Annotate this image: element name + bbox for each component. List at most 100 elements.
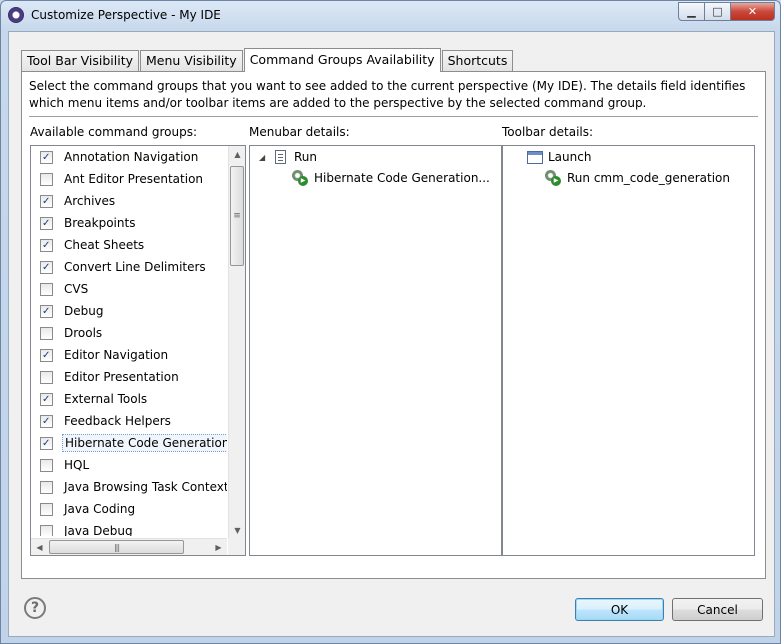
list-item-label: Java Browsing Task Context xyxy=(64,480,227,494)
dialog-body: Tool Bar Visibility Menu Visibility Comm… xyxy=(8,31,775,637)
checkbox[interactable] xyxy=(40,282,53,296)
list-item[interactable]: Hibernate Code Generation xyxy=(31,432,227,454)
checkbox[interactable] xyxy=(40,524,53,536)
scrollbar-corner xyxy=(228,538,245,555)
app-icon xyxy=(8,7,24,23)
toolbar-child-label: Run cmm_code_generation xyxy=(567,171,731,185)
list-item-label: Archives xyxy=(64,194,116,208)
checkbox[interactable] xyxy=(40,502,53,516)
maximize-icon: □ xyxy=(712,5,723,18)
checkbox[interactable] xyxy=(40,414,53,428)
menubar-details-label: Menubar details: xyxy=(249,125,350,139)
checkbox[interactable] xyxy=(40,260,53,274)
list-item-label: Cheat Sheets xyxy=(64,238,145,252)
checkbox[interactable] xyxy=(40,326,53,340)
list-item-label: Annotation Navigation xyxy=(64,150,199,164)
checkbox[interactable] xyxy=(40,172,53,186)
list-item-label: CVS xyxy=(64,282,89,296)
list-item[interactable]: Drools xyxy=(31,322,227,344)
checkbox[interactable] xyxy=(40,480,53,494)
vertical-scrollbar[interactable]: ▲ ≡ ▼ xyxy=(228,146,245,539)
close-icon: ✕ xyxy=(747,5,758,18)
launch-icon xyxy=(527,150,543,164)
list-item-label: HQL xyxy=(64,458,90,472)
list-item[interactable]: Debug xyxy=(31,300,227,322)
title-bar[interactable]: Customize Perspective - My IDE ▁ □ ✕ xyxy=(1,1,780,31)
toolbar-details-tree[interactable]: Launch ▶ Run cmm_code_generation xyxy=(502,145,755,556)
list-item[interactable]: Editor Navigation xyxy=(31,344,227,366)
checkbox[interactable] xyxy=(40,392,53,406)
horizontal-scrollbar[interactable]: ◀ ||| ▶ xyxy=(31,538,227,555)
menubar-tree-root[interactable]: ◢ Run xyxy=(259,150,317,164)
list-item[interactable]: Ant Editor Presentation xyxy=(31,168,227,190)
checkbox[interactable] xyxy=(40,304,53,318)
window-controls: ▁ □ ✕ xyxy=(678,2,775,21)
list-item-label: Java Debug xyxy=(64,524,133,536)
checkbox[interactable] xyxy=(40,238,53,252)
tab-bar: Tool Bar Visibility Menu Visibility Comm… xyxy=(21,48,514,72)
scroll-down-arrow[interactable]: ▼ xyxy=(229,522,245,539)
document-icon xyxy=(275,150,286,164)
list-item[interactable]: HQL xyxy=(31,454,227,476)
maximize-button[interactable]: □ xyxy=(705,2,731,21)
toolbar-details-label: Toolbar details: xyxy=(502,125,594,139)
checkbox[interactable] xyxy=(40,370,53,384)
help-icon[interactable]: ? xyxy=(24,597,46,619)
list-item-label: External Tools xyxy=(64,392,148,406)
window-title: Customize Perspective - My IDE xyxy=(31,8,221,22)
list-item[interactable]: Breakpoints xyxy=(31,212,227,234)
list-item[interactable]: Archives xyxy=(31,190,227,212)
checkbox[interactable] xyxy=(40,150,53,164)
menubar-tree-child[interactable]: ▶ Hibernate Code Generation... xyxy=(292,170,490,186)
tab-tool-bar-visibility[interactable]: Tool Bar Visibility xyxy=(21,50,139,71)
list-item-label: Hibernate Code Generation xyxy=(62,434,227,452)
toolbar-tree-root[interactable]: Launch xyxy=(527,150,591,164)
checkbox[interactable] xyxy=(40,194,53,208)
command-groups-panel: Select the command groups that you want … xyxy=(21,71,766,579)
list-item[interactable]: Java Debug xyxy=(31,520,227,536)
list-item[interactable]: Convert Line Delimiters xyxy=(31,256,227,278)
customize-perspective-dialog: Customize Perspective - My IDE ▁ □ ✕ Too… xyxy=(0,0,781,644)
command-groups-list[interactable]: Annotation Navigation Ant Editor Presenta… xyxy=(31,146,227,536)
checkbox[interactable] xyxy=(40,216,53,230)
list-item-label: Ant Editor Presentation xyxy=(64,172,204,186)
list-item-label: Breakpoints xyxy=(64,216,136,230)
horizontal-scroll-thumb[interactable]: ||| xyxy=(49,540,184,554)
list-item-label: Editor Presentation xyxy=(64,370,179,384)
scroll-right-arrow[interactable]: ▶ xyxy=(210,539,227,555)
menubar-root-label: Run xyxy=(294,150,318,164)
toolbar-root-label: Launch xyxy=(548,150,592,164)
list-item[interactable]: External Tools xyxy=(31,388,227,410)
list-item[interactable]: CVS xyxy=(31,278,227,300)
description-text: Select the command groups that you want … xyxy=(29,79,746,110)
checkbox[interactable] xyxy=(40,436,53,450)
scroll-up-arrow[interactable]: ▲ xyxy=(229,146,245,163)
list-item[interactable]: Annotation Navigation xyxy=(31,146,227,168)
list-item[interactable]: Java Coding xyxy=(31,498,227,520)
close-button[interactable]: ✕ xyxy=(731,2,775,21)
available-groups-label: Available command groups: xyxy=(30,125,197,139)
list-item[interactable]: Java Browsing Task Context xyxy=(31,476,227,498)
list-item[interactable]: Editor Presentation xyxy=(31,366,227,388)
tab-command-groups-availability[interactable]: Command Groups Availability xyxy=(243,48,441,72)
cancel-button[interactable]: Cancel xyxy=(672,598,763,621)
tab-shortcuts[interactable]: Shortcuts xyxy=(441,50,514,71)
list-item-label: Feedback Helpers xyxy=(64,414,171,428)
toolbar-tree-child[interactable]: ▶ Run cmm_code_generation xyxy=(545,170,730,186)
list-item-label: Debug xyxy=(64,304,104,318)
list-item[interactable]: Cheat Sheets xyxy=(31,234,227,256)
menubar-details-tree[interactable]: ◢ Run ▶ Hibernate Code Generation... xyxy=(249,145,502,556)
tab-menu-visibility[interactable]: Menu Visibility xyxy=(140,50,243,71)
list-item-label: Java Coding xyxy=(64,502,136,516)
minimize-button[interactable]: ▁ xyxy=(678,2,705,21)
collapse-arrow-icon[interactable]: ◢ xyxy=(259,153,269,162)
list-item-label: Convert Line Delimiters xyxy=(64,260,206,274)
checkbox[interactable] xyxy=(40,348,53,362)
list-item-label: Drools xyxy=(64,326,103,340)
list-item-label: Editor Navigation xyxy=(64,348,169,362)
scroll-left-arrow[interactable]: ◀ xyxy=(31,539,48,555)
list-item[interactable]: Feedback Helpers xyxy=(31,410,227,432)
vertical-scroll-thumb[interactable]: ≡ xyxy=(230,166,244,266)
ok-button[interactable]: OK xyxy=(575,598,664,621)
checkbox[interactable] xyxy=(40,458,53,472)
